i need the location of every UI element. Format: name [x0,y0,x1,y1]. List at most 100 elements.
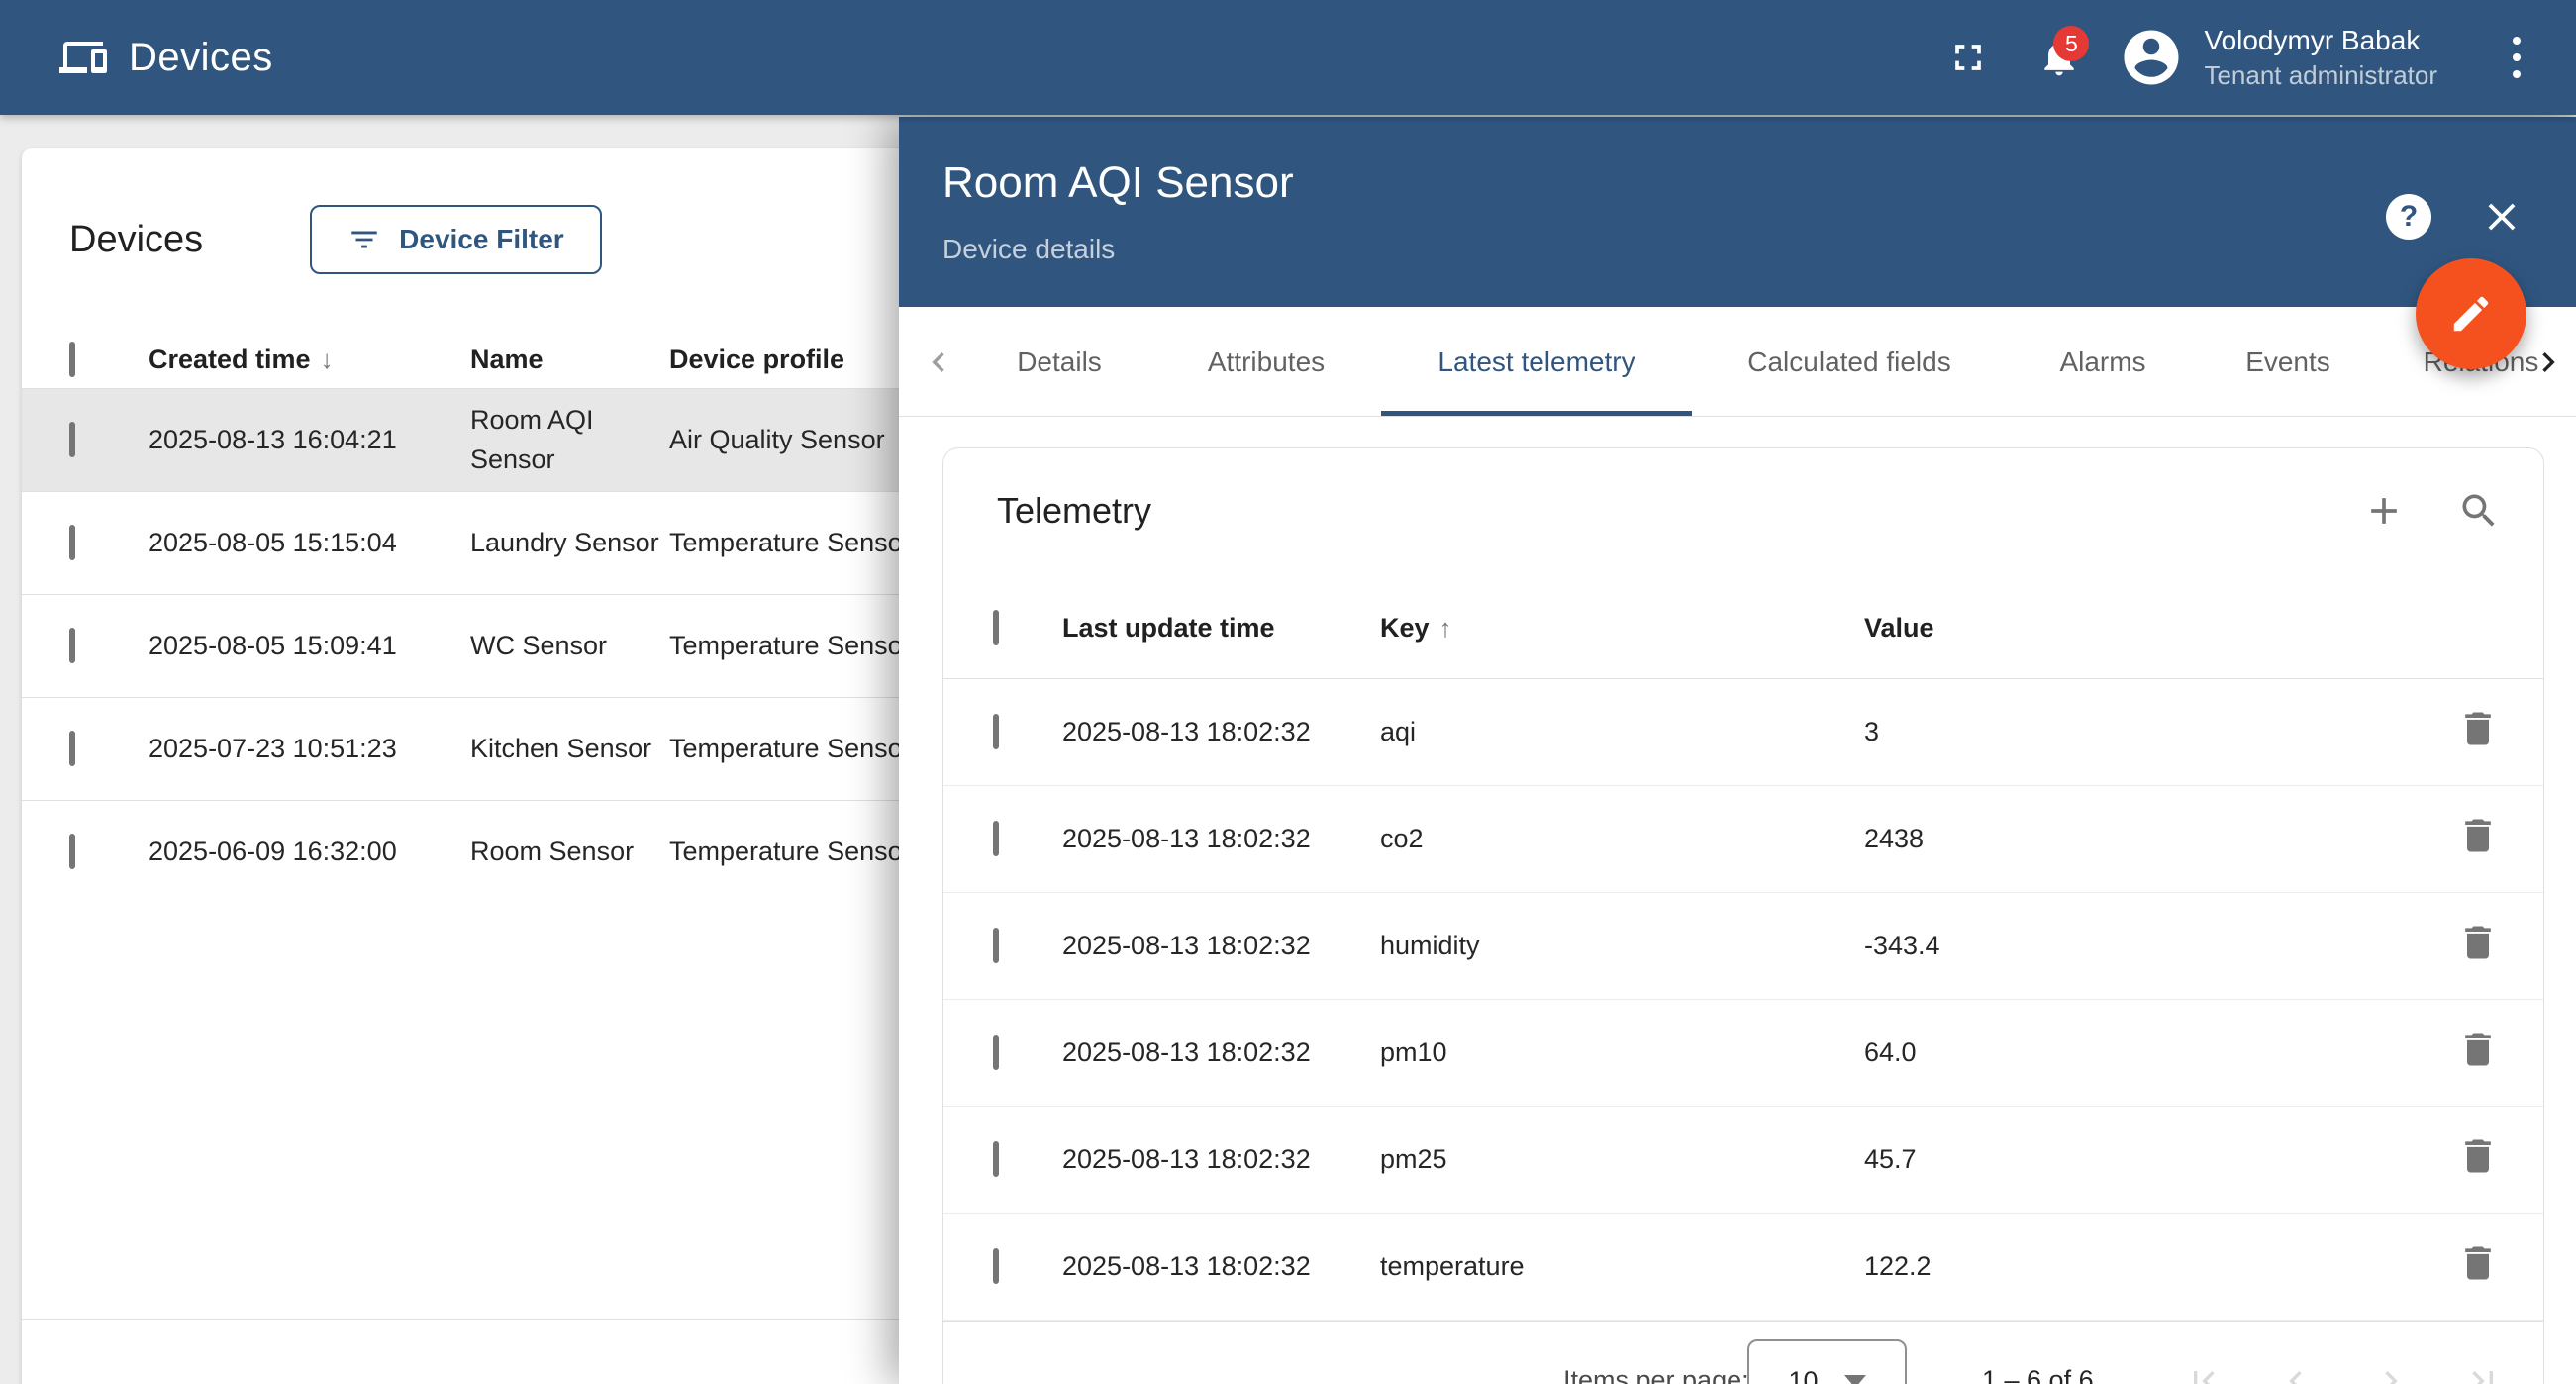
chevron-down-icon [1844,1375,1866,1384]
chevron-right-icon [2528,343,2568,382]
tab-latest-telemetry[interactable]: Latest telemetry [1381,307,1692,417]
cell-created: 2025-08-05 15:15:04 [149,528,470,558]
row-checkbox[interactable] [69,422,75,457]
tabs-scroll-right[interactable] [2528,307,2568,417]
cell-created: 2025-08-05 15:09:41 [149,631,470,661]
row-checkbox[interactable] [993,1141,999,1177]
select-all-checkbox[interactable] [993,610,999,645]
drawer-subtitle: Device details [942,234,1115,265]
tab-details[interactable]: Details [980,307,1139,417]
cell-created: 2025-07-23 10:51:23 [149,734,470,764]
device-filter-button[interactable]: Device Filter [310,205,602,274]
prev-page-button[interactable] [2276,1361,2316,1384]
first-page-button[interactable] [2184,1361,2224,1384]
pencil-icon [2448,291,2494,337]
user-role: Tenant administrator [2204,58,2437,93]
column-last-update-time[interactable]: Last update time [1062,613,1380,643]
help-button[interactable]: ? [2386,194,2431,240]
devices-panel-title: Devices [69,219,203,261]
account-circle-icon [2119,25,2184,90]
delete-button[interactable] [2456,727,2500,756]
delete-button[interactable] [2456,834,2500,863]
next-page-button[interactable] [2371,1361,2411,1384]
plus-icon [2362,489,2406,533]
telemetry-row[interactable]: 2025-08-13 18:02:32 pm10 64.0 [943,1000,2543,1107]
cell-created: 2025-06-09 16:32:00 [149,837,470,867]
trash-icon [2456,814,2500,857]
user-name: Volodymyr Babak [2204,22,2437,59]
row-checkbox[interactable] [69,525,75,560]
tab-events[interactable]: Events [2199,307,2377,417]
device-filter-label: Device Filter [399,224,564,255]
trash-icon [2456,1028,2500,1071]
drawer-tabs: Details Attributes Latest telemetry Calc… [899,307,2576,417]
row-checkbox[interactable] [993,821,999,856]
close-button[interactable] [2479,194,2525,240]
row-checkbox[interactable] [993,1248,999,1284]
trash-icon [2456,921,2500,964]
cell-time: 2025-08-13 18:02:32 [1062,1038,1380,1068]
chevron-left-icon [2276,1361,2316,1384]
chevron-left-icon [919,343,958,382]
telemetry-row[interactable]: 2025-08-13 18:02:32 humidity -343.4 [943,893,2543,1000]
filter-icon [347,223,381,256]
delete-button[interactable] [2456,1154,2500,1184]
cell-key: aqi [1380,717,1864,747]
delete-button[interactable] [2456,940,2500,970]
cell-name: WC Sensor [470,631,607,660]
row-checkbox[interactable] [69,834,75,869]
cell-key: temperature [1380,1251,1864,1282]
items-per-page-select[interactable]: 10 [1747,1339,1907,1384]
column-key[interactable]: Key↑ [1380,613,1864,643]
trash-icon [2456,1135,2500,1178]
cell-time: 2025-08-13 18:02:32 [1062,717,1380,747]
telemetry-card: Telemetry Last update time Key↑ Value [942,447,2544,1384]
chevron-right-icon [2371,1361,2411,1384]
trash-icon [2456,707,2500,750]
fullscreen-button[interactable] [1936,26,2000,89]
telemetry-row[interactable]: 2025-08-13 18:02:32 co2 2438 [943,786,2543,893]
more-vert-icon[interactable] [2497,26,2536,89]
delete-button[interactable] [2456,1047,2500,1077]
app-brand: Devices [59,34,273,81]
cell-time: 2025-08-13 18:02:32 [1062,931,1380,961]
delete-button[interactable] [2456,1261,2500,1291]
column-created-time[interactable]: Created time↓ [149,345,470,375]
telemetry-pagination: Items per page: 10 1 – 6 of 6 [943,1321,2543,1384]
telemetry-row[interactable]: 2025-08-13 18:02:32 aqi 3 [943,679,2543,786]
tabs-scroll-left[interactable] [919,307,958,417]
select-all-checkbox[interactable] [69,342,75,377]
device-details-drawer: Room AQI Sensor Device details ? Details… [899,117,2576,1384]
cell-name: Room AQI Sensor [470,405,594,473]
row-checkbox[interactable] [69,628,75,663]
telemetry-row[interactable]: 2025-08-13 18:02:32 pm25 45.7 [943,1107,2543,1214]
row-checkbox[interactable] [69,731,75,766]
row-checkbox[interactable] [993,1035,999,1070]
tab-alarms[interactable]: Alarms [2014,307,2192,417]
column-name[interactable]: Name [470,345,669,375]
add-telemetry-button[interactable] [2356,483,2412,539]
telemetry-row[interactable]: 2025-08-13 18:02:32 temperature 122.2 [943,1214,2543,1321]
edit-fab[interactable] [2416,258,2526,369]
cell-value: -343.4 [1864,931,2456,961]
column-value[interactable]: Value [1864,613,2456,643]
devices-icon [59,34,107,81]
cell-value: 64.0 [1864,1038,2456,1068]
search-button[interactable] [2451,483,2507,539]
tab-calculated-fields[interactable]: Calculated fields [1708,307,1991,417]
notifications-button[interactable]: 5 [2028,26,2091,89]
cell-value: 3 [1864,717,2456,747]
cell-value: 122.2 [1864,1251,2456,1282]
last-page-icon [2463,1361,2503,1384]
drawer-title: Room AQI Sensor [942,158,1294,208]
telemetry-title: Telemetry [997,490,1151,532]
last-page-button[interactable] [2463,1361,2503,1384]
row-checkbox[interactable] [993,714,999,749]
user-avatar[interactable] [2119,25,2184,90]
row-checkbox[interactable] [993,928,999,963]
tab-attributes[interactable]: Attributes [1177,307,1355,417]
cell-value: 2438 [1864,824,2456,854]
trash-icon [2456,1241,2500,1285]
cell-value: 45.7 [1864,1144,2456,1175]
cell-key: pm25 [1380,1144,1864,1175]
